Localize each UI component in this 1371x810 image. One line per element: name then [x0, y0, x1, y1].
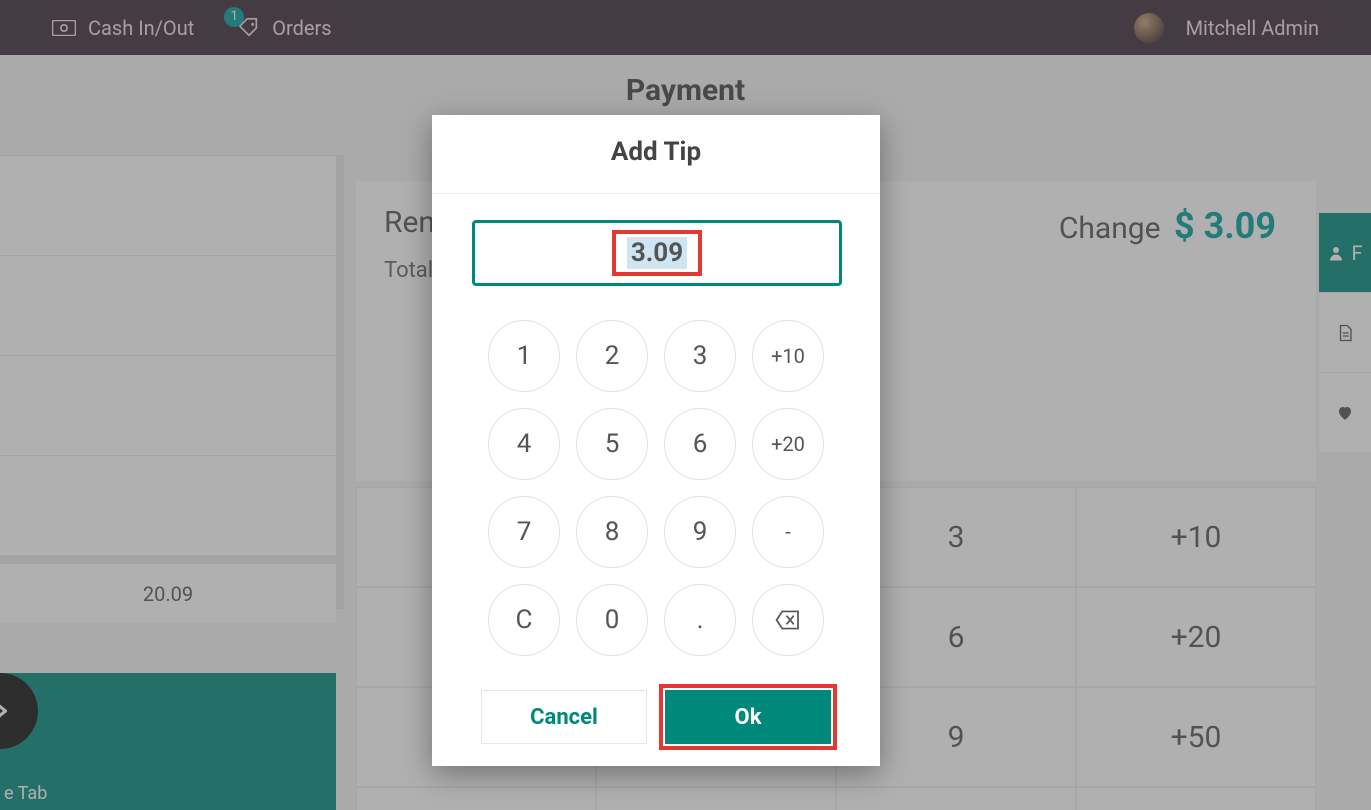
tip-input[interactable]: 3.09 — [472, 220, 842, 286]
highlight-box — [612, 230, 702, 276]
key-minus[interactable]: - — [752, 496, 824, 568]
key-plus20[interactable]: +20 — [752, 408, 824, 480]
key-5[interactable]: 5 — [576, 408, 648, 480]
key-1[interactable]: 1 — [488, 320, 560, 392]
key-6[interactable]: 6 — [664, 408, 736, 480]
modal-keypad: 1 2 3 +10 4 5 6 +20 7 8 9 - C 0 . — [472, 312, 840, 676]
ok-button[interactable]: Ok — [665, 690, 831, 744]
key-clear[interactable]: C — [488, 584, 560, 656]
add-tip-modal: Add Tip 3.09 1 2 3 +10 4 5 6 +20 7 8 9 -… — [432, 115, 880, 766]
key-backspace[interactable] — [752, 584, 824, 656]
cancel-button[interactable]: Cancel — [481, 690, 647, 744]
key-7[interactable]: 7 — [488, 496, 560, 568]
key-dot[interactable]: . — [664, 584, 736, 656]
key-3[interactable]: 3 — [664, 320, 736, 392]
modal-footer: Cancel Ok — [432, 686, 880, 766]
key-4[interactable]: 4 — [488, 408, 560, 480]
backspace-icon — [774, 610, 802, 630]
key-9[interactable]: 9 — [664, 496, 736, 568]
modal-title: Add Tip — [432, 115, 880, 194]
key-0[interactable]: 0 — [576, 584, 648, 656]
highlight-box — [659, 684, 837, 750]
key-plus10[interactable]: +10 — [752, 320, 824, 392]
key-2[interactable]: 2 — [576, 320, 648, 392]
key-8[interactable]: 8 — [576, 496, 648, 568]
